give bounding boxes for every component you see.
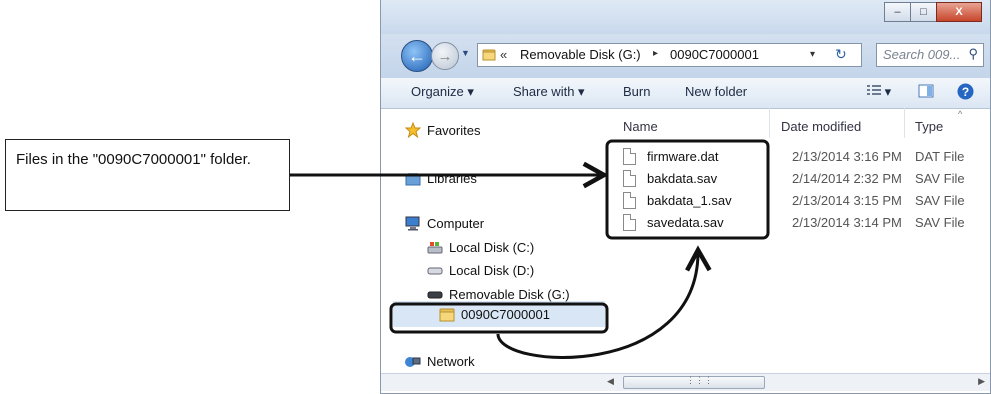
nav-network-label: Network [427,354,475,369]
nav-removable-disk-g[interactable]: Removable Disk (G:) [427,287,570,302]
file-name: bakdata.sav [647,171,718,186]
search-box[interactable]: Search 009... ⚲ [876,43,984,67]
nav-libraries[interactable]: Libraries [405,171,477,186]
file-row[interactable]: savedata.sav 2/13/2014 3:14 PM SAV File [617,212,990,234]
file-list: Name Date modified Type ^ firmware.dat 2… [609,108,990,378]
nav-removable-disk-g-label: Removable Disk (G:) [449,287,570,302]
help-button[interactable]: ? [957,83,974,103]
column-header-name[interactable]: Name [623,119,658,134]
window-controls: – □ X [884,2,982,22]
horizontal-scrollbar[interactable]: ◀ ⋮⋮⋮ ▶ [381,373,990,391]
title-bar: – □ X [381,0,990,34]
view-icon [867,85,881,95]
nav-libraries-label: Libraries [427,171,477,186]
address-chevron-icon[interactable]: « [500,47,507,62]
file-type: DAT File [915,149,965,164]
file-date: 2/13/2014 3:15 PM [792,193,902,208]
file-name: savedata.sav [647,215,724,230]
view-options-button[interactable]: ▾ [867,84,891,100]
explorer-window: – □ X ← → ▼ « Removable Disk (G:) ▸ 0090… [380,0,991,394]
system-drive-icon [427,241,443,253]
organize-button[interactable]: Organize ▾ [411,84,474,100]
preview-pane-button[interactable] [918,83,934,102]
nav-favorites[interactable]: Favorites [405,122,480,138]
file-type: SAV File [915,171,965,186]
nav-local-disk-c[interactable]: Local Disk (C:) [427,240,534,255]
file-icon [623,148,636,165]
nav-folder-0090c7000001[interactable]: 0090C7000001 [439,307,550,322]
file-row[interactable]: bakdata.sav 2/14/2014 2:32 PM SAV File [617,168,990,190]
back-arrow-icon: ← [408,45,426,66]
file-icon [623,170,636,187]
file-type: SAV File [915,193,965,208]
new-folder-button[interactable]: New folder [685,84,747,99]
callout-text: Files in the "0090C7000001" folder. [16,151,251,168]
network-icon [405,356,421,367]
navigation-pane: Favorites Libraries Computer Local Disk … [381,108,606,378]
address-segment-removable-disk[interactable]: Removable Disk (G:) [520,47,641,62]
address-segment-folder[interactable]: 0090C7000001 [670,47,759,62]
forward-button[interactable]: → [431,42,459,70]
column-divider [904,108,905,138]
sort-up-icon: ^ [958,109,963,119]
burn-button[interactable]: Burn [623,84,650,99]
computer-icon [405,216,420,231]
favorites-star-icon [405,122,421,138]
scroll-right-icon[interactable]: ▶ [978,376,985,387]
folder-icon [439,308,455,321]
share-with-button[interactable]: Share with ▾ [513,84,585,100]
content-area: Favorites Libraries Computer Local Disk … [381,108,990,378]
view-dropdown-icon: ▾ [884,84,892,99]
search-icon[interactable]: ⚲ [968,46,978,62]
nav-folder-label: 0090C7000001 [461,307,550,322]
refresh-icon[interactable]: ↻ [835,46,847,63]
search-placeholder: Search 009... [883,47,961,62]
file-date: 2/13/2014 3:14 PM [792,215,902,230]
maximize-button[interactable]: □ [910,2,937,22]
nav-local-disk-d[interactable]: Local Disk (D:) [427,263,534,278]
address-separator-icon[interactable]: ▸ [653,48,658,59]
column-divider [769,108,770,138]
command-bar: Organize ▾ Share with ▾ Burn New folder … [381,78,990,109]
removable-drive-icon [427,291,443,298]
file-date: 2/14/2014 2:32 PM [792,171,902,186]
nav-computer[interactable]: Computer [405,216,484,231]
file-icon [623,214,636,231]
column-header-date-modified[interactable]: Date modified [781,119,861,134]
drive-icon [427,267,443,274]
folder-icon [482,49,496,61]
svg-text:?: ? [962,85,969,99]
nav-computer-label: Computer [427,216,485,231]
back-button[interactable]: ← [401,40,433,72]
scrollbar-thumb[interactable]: ⋮⋮⋮ [623,375,765,389]
close-button[interactable]: X [936,2,982,22]
nav-favorites-label: Favorites [427,122,481,138]
nav-local-disk-d-label: Local Disk (D:) [449,263,535,278]
address-dropdown-icon[interactable]: ▾ [810,49,815,60]
navigation-bar: ← → ▼ « Removable Disk (G:) ▸ 0090C70000… [381,34,990,78]
file-row[interactable]: bakdata_1.sav 2/13/2014 3:15 PM SAV File [617,190,990,212]
libraries-icon [405,172,421,185]
annotation-callout: Files in the "0090C7000001" folder. [5,139,290,211]
file-type: SAV File [915,215,965,230]
file-name: firmware.dat [647,149,719,164]
file-date: 2/13/2014 3:16 PM [792,149,902,164]
minimize-button[interactable]: – [884,2,911,22]
column-header-type[interactable]: Type [915,119,943,134]
preview-pane-icon [918,84,934,98]
scroll-left-icon[interactable]: ◀ [607,376,614,387]
help-icon: ? [957,83,974,100]
forward-arrow-icon: → [437,47,453,65]
address-bar[interactable]: « Removable Disk (G:) ▸ 0090C7000001 ▾ ↻ [477,43,862,67]
file-row[interactable]: firmware.dat 2/13/2014 3:16 PM DAT File [617,146,990,168]
nav-network[interactable]: Network [405,354,475,369]
nav-local-disk-c-label: Local Disk (C:) [449,240,535,255]
recent-pages-dropdown[interactable]: ▼ [461,48,470,58]
file-icon [623,192,636,209]
scroll-grip-icon: ⋮⋮⋮ [686,375,713,385]
file-name: bakdata_1.sav [647,193,732,208]
